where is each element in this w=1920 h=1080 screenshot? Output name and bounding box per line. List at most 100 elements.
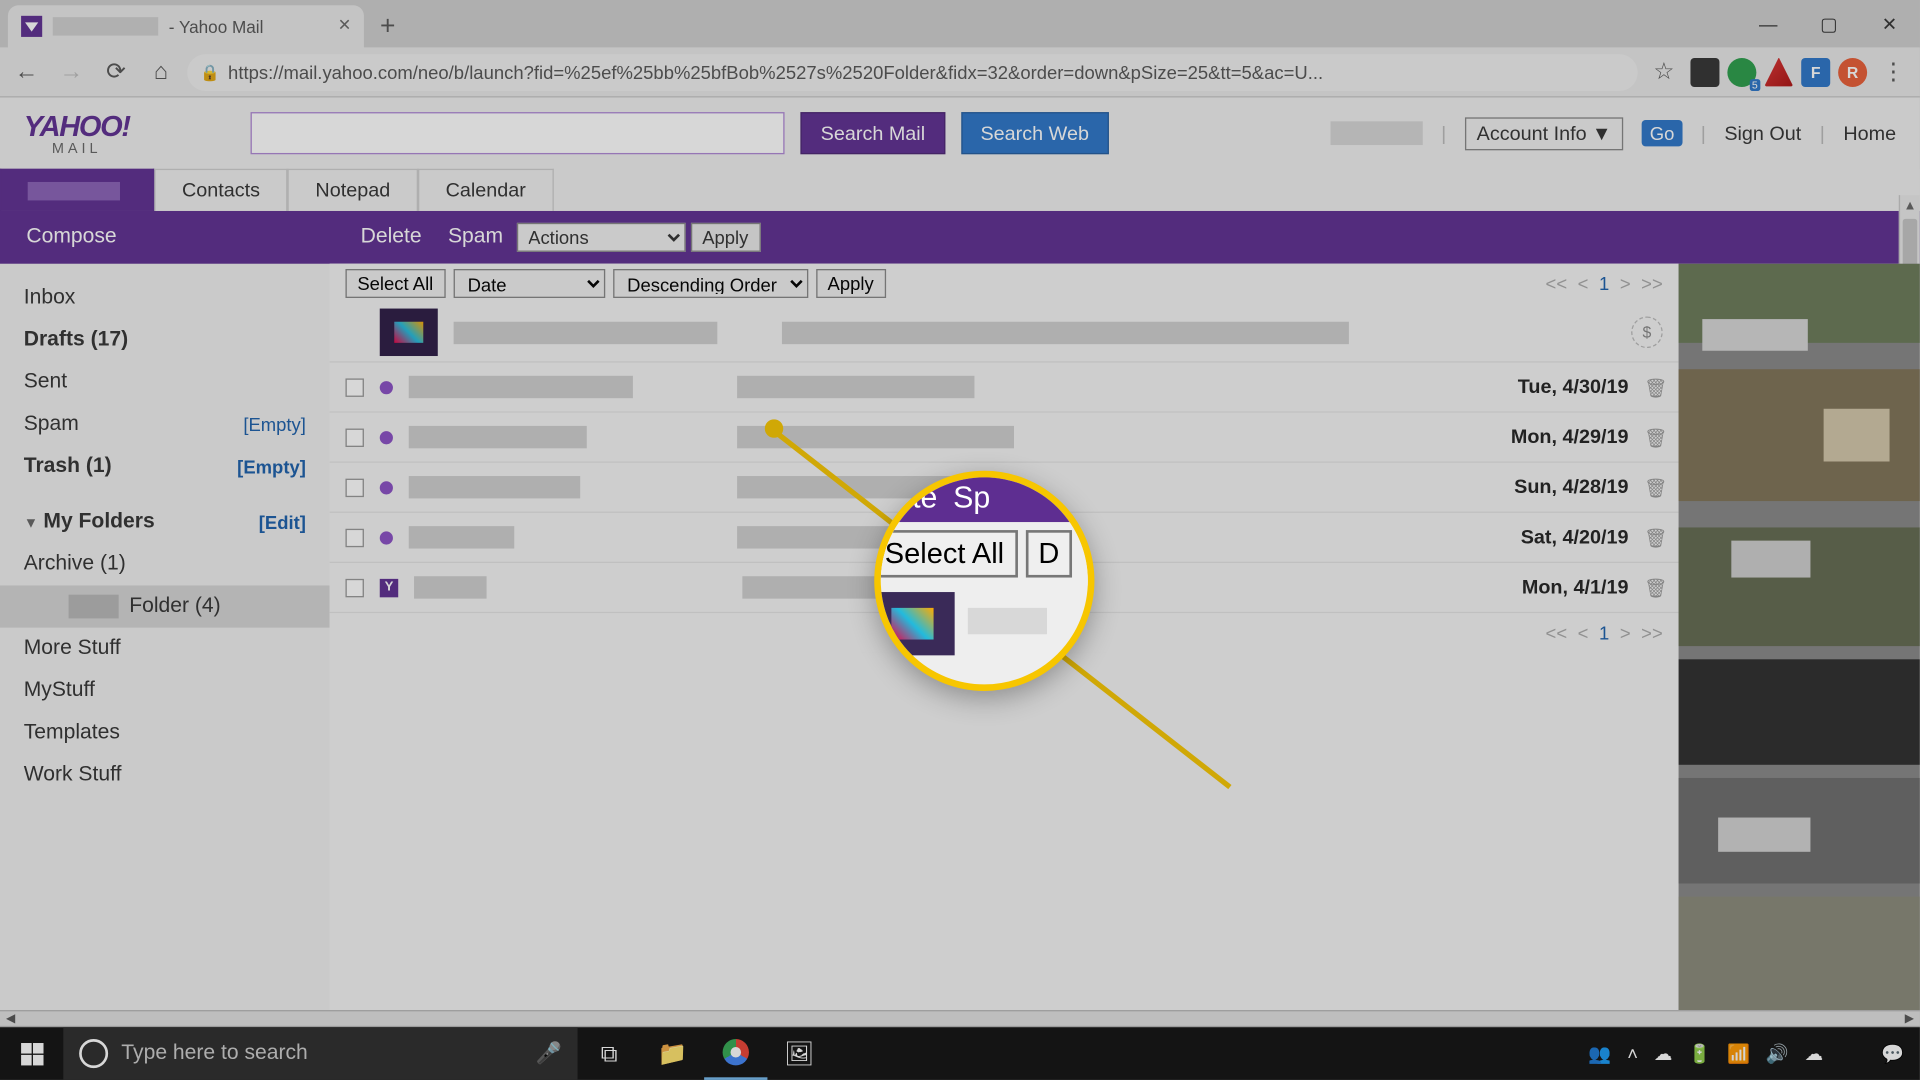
pager-last[interactable]: >> <box>1641 622 1663 643</box>
scroll-up-icon[interactable]: ▲ <box>1900 195 1920 216</box>
yahoo-favicon-icon <box>21 16 42 37</box>
extension-icon[interactable] <box>1690 57 1719 86</box>
pager-next[interactable]: > <box>1620 622 1631 643</box>
yahoo-mail-logo[interactable]: YAHOO! MAIL <box>24 109 130 156</box>
task-view-icon[interactable]: ⧉ <box>578 1027 641 1080</box>
mic-icon[interactable]: 🎤 <box>535 1040 561 1066</box>
reload-icon[interactable]: ⟳ <box>98 53 135 90</box>
search-mail-button[interactable]: Search Mail <box>801 112 945 154</box>
delete-message-icon[interactable]: 🗑 <box>1644 527 1662 548</box>
empty-spam-link[interactable]: [Empty] <box>243 414 306 435</box>
profile-avatar-icon[interactable]: R <box>1838 57 1867 86</box>
apply-actions-button[interactable]: Apply <box>690 223 760 252</box>
people-icon[interactable]: 👥 <box>1588 1042 1611 1064</box>
sidebar-item-folder-selected[interactable]: Folder (4) <box>0 585 330 627</box>
back-icon[interactable]: ← <box>8 53 45 90</box>
delete-message-icon[interactable]: 🗑 <box>1644 577 1662 598</box>
pager-last[interactable]: >> <box>1641 273 1663 294</box>
pager-next[interactable]: > <box>1620 273 1631 294</box>
wifi-icon[interactable]: 📶 <box>1727 1042 1750 1064</box>
tab-notepad[interactable]: Notepad <box>288 169 418 211</box>
empty-trash-link[interactable]: [Empty] <box>237 456 306 477</box>
window-close[interactable]: ✕ <box>1859 0 1920 47</box>
go-button[interactable]: Go <box>1642 120 1682 146</box>
sidebar-item-templates[interactable]: Templates <box>18 712 311 754</box>
sidebar-item-inbox[interactable]: Inbox <box>18 277 311 319</box>
apply-sort-button[interactable]: Apply <box>816 269 886 298</box>
scroll-left-icon[interactable]: ◀ <box>0 1011 21 1026</box>
select-all-button[interactable]: Select All <box>345 269 445 298</box>
action-center-icon[interactable]: 💬 <box>1881 1042 1904 1064</box>
sidebar-item-drafts[interactable]: Drafts (17) <box>18 319 311 361</box>
sidebar-my-folders[interactable]: ▼My Folders [Edit] <box>18 501 311 543</box>
collapse-icon[interactable]: ▼ <box>24 516 38 532</box>
ad-panel <box>1679 264 1920 1010</box>
redacted-block <box>782 321 1349 343</box>
onedrive-icon[interactable]: ☁ <box>1654 1042 1672 1064</box>
new-tab-button[interactable]: + <box>369 8 406 45</box>
home-icon[interactable]: ⌂ <box>142 53 179 90</box>
message-checkbox[interactable] <box>345 378 363 396</box>
sort-field-dropdown[interactable]: Date <box>453 269 605 298</box>
browser-tab[interactable]: - Yahoo Mail × <box>8 5 364 47</box>
actions-dropdown[interactable]: Actions <box>516 223 685 252</box>
pager-prev[interactable]: < <box>1578 273 1589 294</box>
browser-menu-icon[interactable]: ⋮ <box>1875 53 1912 90</box>
chrome-icon[interactable] <box>704 1027 767 1080</box>
delete-message-icon[interactable]: 🗑 <box>1644 376 1662 397</box>
sidebar-item-sent[interactable]: Sent <box>18 361 311 403</box>
delete-message-icon[interactable]: 🗑 <box>1644 477 1662 498</box>
spam-button[interactable]: Spam <box>435 225 516 249</box>
horizontal-scrollbar[interactable]: ◀ ▶ <box>0 1010 1920 1027</box>
account-info-dropdown[interactable]: Account Info ▼ <box>1465 117 1624 150</box>
taskbar-search[interactable]: Type here to search 🎤 <box>63 1027 577 1080</box>
search-web-button[interactable]: Search Web <box>961 112 1109 154</box>
tab-mail[interactable] <box>0 169 154 211</box>
message-row[interactable]: Mon, 4/29/19 🗑 <box>330 413 1679 463</box>
message-checkbox[interactable] <box>345 428 363 446</box>
message-checkbox[interactable] <box>345 478 363 496</box>
sign-out-link[interactable]: Sign Out <box>1724 122 1801 144</box>
photos-icon[interactable]: 🖼 <box>767 1027 830 1080</box>
pager-prev[interactable]: < <box>1578 622 1589 643</box>
extension-icon[interactable] <box>1764 57 1793 86</box>
message-checkbox[interactable] <box>345 578 363 596</box>
tab-contacts[interactable]: Contacts <box>154 169 287 211</box>
sidebar-item-trash[interactable]: Trash (1) [Empty] <box>18 446 311 488</box>
close-tab-icon[interactable]: × <box>338 15 350 39</box>
scroll-right-icon[interactable]: ▶ <box>1899 1011 1920 1026</box>
sidebar-item-spam[interactable]: Spam [Empty] <box>18 403 311 445</box>
tray-expand-icon[interactable]: ˄ <box>1627 1043 1638 1064</box>
sidebar-item-mystuff[interactable]: MyStuff <box>18 670 311 712</box>
compose-button[interactable]: Compose <box>0 225 143 249</box>
sort-order-dropdown[interactable]: Descending Order <box>613 269 808 298</box>
file-explorer-icon[interactable]: 📁 <box>641 1027 704 1080</box>
forward-icon[interactable]: → <box>53 53 90 90</box>
delete-button[interactable]: Delete <box>347 225 434 249</box>
message-checkbox[interactable] <box>345 528 363 546</box>
message-date: Sun, 4/28/19 <box>1514 476 1628 498</box>
volume-icon[interactable]: 🔊 <box>1766 1042 1789 1064</box>
sidebar-item-archive[interactable]: Archive (1) <box>18 543 311 585</box>
message-row[interactable]: $ <box>330 303 1679 362</box>
redacted-block <box>409 426 587 448</box>
address-bar[interactable]: 🔒 https://mail.yahoo.com/neo/b/launch?fi… <box>187 53 1637 90</box>
edit-folders-link[interactable]: [Edit] <box>259 512 306 533</box>
delete-message-icon[interactable]: 🗑 <box>1644 427 1662 448</box>
search-input[interactable] <box>251 112 785 154</box>
message-row[interactable]: Tue, 4/30/19 🗑 <box>330 363 1679 413</box>
sync-icon[interactable]: ☁ <box>1805 1042 1823 1064</box>
window-maximize[interactable]: ▢ <box>1799 0 1860 47</box>
sidebar-item-more-stuff[interactable]: More Stuff <box>18 628 311 670</box>
extension-icon[interactable]: 5 <box>1727 57 1756 86</box>
tab-calendar[interactable]: Calendar <box>418 169 554 211</box>
extension-icon[interactable]: F <box>1801 57 1830 86</box>
sidebar-item-work-stuff[interactable]: Work Stuff <box>18 754 311 796</box>
start-button[interactable] <box>0 1027 63 1080</box>
pager-first[interactable]: << <box>1546 622 1568 643</box>
bookmark-star-icon[interactable]: ☆ <box>1646 53 1683 90</box>
home-link[interactable]: Home <box>1843 122 1896 144</box>
battery-icon[interactable]: 🔋 <box>1688 1042 1711 1064</box>
window-minimize[interactable]: — <box>1738 0 1799 47</box>
pager-first[interactable]: << <box>1546 273 1568 294</box>
